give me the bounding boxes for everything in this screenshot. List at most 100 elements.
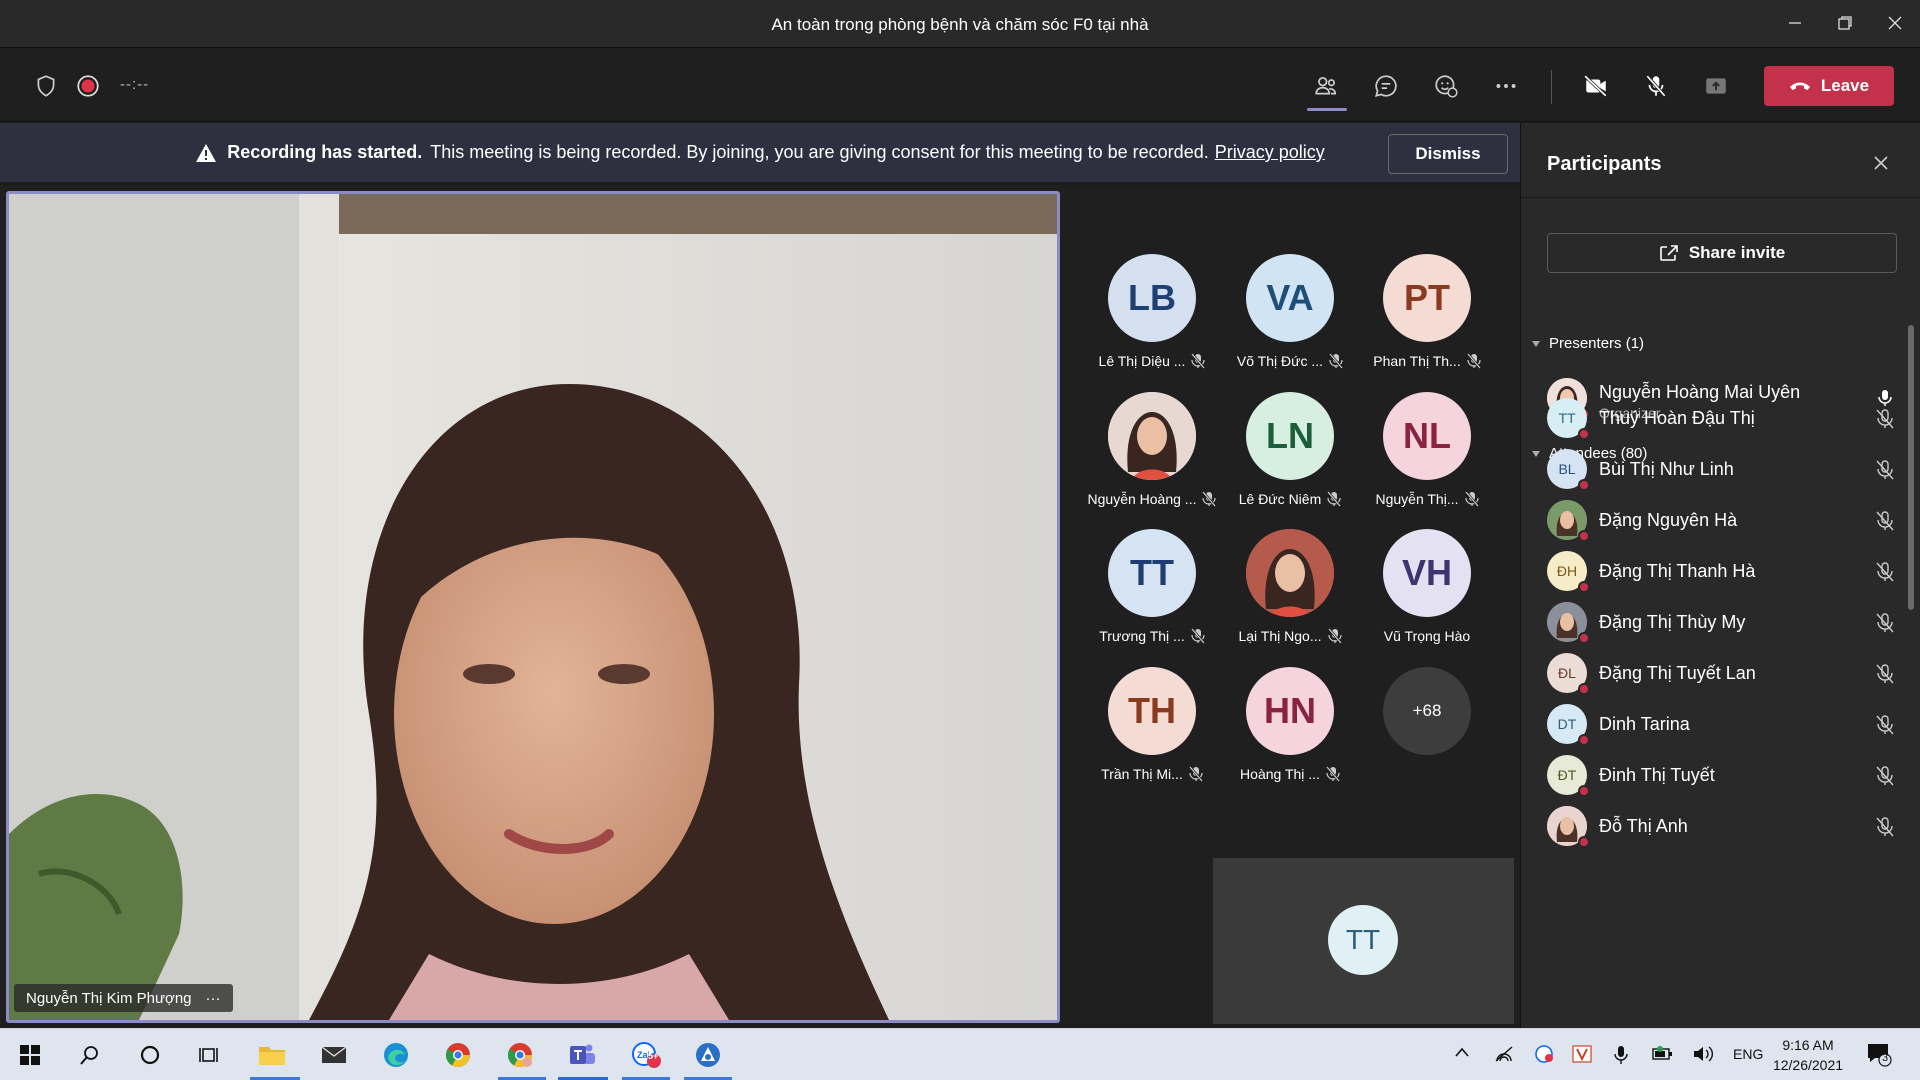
attendee-name: Bùi Thị Như Linh bbox=[1599, 459, 1734, 479]
participant-tile[interactable]: Lại Thị Ngo... bbox=[1221, 529, 1359, 659]
language-indicator[interactable]: ENG bbox=[1733, 1046, 1763, 1062]
share-content-button[interactable] bbox=[1698, 68, 1734, 104]
attendee-row[interactable]: DT Dinh Tarina bbox=[1547, 704, 1897, 754]
participant-name-row: Trần Thị Mi... bbox=[1083, 766, 1221, 782]
close-panel-button[interactable] bbox=[1865, 147, 1897, 179]
participant-name: Trương Thị ... bbox=[1099, 628, 1185, 644]
attendee-row[interactable]: ĐT Đinh Thị Tuyết bbox=[1547, 755, 1897, 805]
participant-name-row: Hoàng Thị ... bbox=[1221, 766, 1359, 782]
speaker-more-button[interactable]: ··· bbox=[206, 990, 221, 1007]
caret-down-icon bbox=[1531, 445, 1541, 462]
cortana-button[interactable] bbox=[132, 1037, 168, 1073]
attendee-row[interactable]: Đặng Nguyên Hà bbox=[1547, 500, 1897, 550]
camera-toggle-button[interactable] bbox=[1578, 68, 1614, 104]
edge-icon bbox=[384, 1043, 408, 1067]
attendee-row[interactable]: Đặng Thị Thùy My bbox=[1547, 602, 1897, 652]
zalo-button[interactable]: Zalo 5+ bbox=[628, 1037, 664, 1073]
participant-name: Lê Đức Niêm bbox=[1238, 491, 1322, 507]
minimize-icon bbox=[1789, 22, 1801, 24]
participant-name-row: Trương Thị ... bbox=[1083, 628, 1221, 644]
more-icon bbox=[1496, 84, 1516, 88]
mic-off-icon bbox=[1188, 766, 1203, 782]
participant-tile[interactable]: VA Võ Thị Đức ... bbox=[1221, 254, 1359, 384]
participant-avatar: TT bbox=[1108, 529, 1196, 617]
attendee-row[interactable]: Đỗ Thị Anh bbox=[1547, 806, 1897, 856]
participant-tile[interactable]: LB Lê Thị Diệu ... bbox=[1083, 254, 1221, 384]
chrome-profile-button[interactable] bbox=[502, 1037, 538, 1073]
task-view-button[interactable] bbox=[192, 1037, 228, 1073]
share-invite-button[interactable]: Share invite bbox=[1547, 233, 1897, 273]
show-chat-button[interactable] bbox=[1368, 68, 1404, 104]
file-explorer-button[interactable] bbox=[254, 1037, 290, 1073]
zalo-tray-button[interactable] bbox=[1534, 1045, 1554, 1066]
share-tray-icon bbox=[1706, 78, 1726, 94]
participant-tile[interactable]: NL Nguyễn Thị... bbox=[1358, 392, 1496, 522]
presence-dot bbox=[1578, 581, 1590, 593]
privacy-policy-link[interactable]: Privacy policy bbox=[1215, 142, 1325, 163]
participant-name-row: Vũ Trọng Hào bbox=[1358, 628, 1496, 644]
speaker-video[interactable] bbox=[6, 191, 1060, 1023]
participant-tile[interactable]: TH Trần Thị Mi... bbox=[1083, 667, 1221, 797]
volume-button[interactable] bbox=[1692, 1045, 1714, 1066]
network-button[interactable] bbox=[1494, 1045, 1514, 1066]
presenters-label: Presenters (1) bbox=[1549, 335, 1645, 352]
more-actions-button[interactable] bbox=[1488, 68, 1524, 104]
show-participants-button[interactable] bbox=[1308, 68, 1344, 104]
v-logo-icon bbox=[1572, 1045, 1592, 1063]
battery-button[interactable] bbox=[1652, 1045, 1674, 1064]
attendee-row[interactable]: ĐL Đặng Thị Tuyết Lan bbox=[1547, 653, 1897, 703]
cortana-icon bbox=[140, 1045, 160, 1065]
participant-name: Lê Thị Diệu ... bbox=[1098, 353, 1186, 369]
speaker-name: Nguyễn Thị Kim Phượng bbox=[26, 989, 192, 1007]
recording-indicator bbox=[70, 68, 106, 104]
more-participants-button[interactable]: +68 bbox=[1383, 667, 1471, 755]
mail-button[interactable] bbox=[316, 1037, 352, 1073]
minimize-button[interactable] bbox=[1772, 0, 1818, 46]
edge-button[interactable] bbox=[378, 1037, 414, 1073]
windows-taskbar: Zalo 5+ ENG 9:16 AM 12/26/2021 3 bbox=[0, 1028, 1920, 1080]
battery-icon bbox=[1652, 1046, 1672, 1060]
participants-panel: Participants Share invite Presenters (1)… bbox=[1520, 123, 1920, 1028]
presenters-section-toggle[interactable]: Presenters (1) bbox=[1531, 335, 1644, 352]
participant-tile[interactable]: PT Phan Thị Th... bbox=[1358, 254, 1496, 384]
participant-tile[interactable]: LN Lê Đức Niêm bbox=[1221, 392, 1359, 522]
mic-off-icon bbox=[1190, 628, 1205, 644]
attendee-row[interactable]: ĐH Đặng Thị Thanh Hà bbox=[1547, 551, 1897, 601]
close-window-button[interactable] bbox=[1872, 0, 1918, 46]
restore-button[interactable] bbox=[1822, 0, 1868, 46]
participant-tile[interactable]: HN Hoàng Thị ... bbox=[1221, 667, 1359, 797]
clock[interactable]: 9:16 AM 12/26/2021 bbox=[1768, 1035, 1848, 1075]
participant-avatar: LN bbox=[1246, 392, 1334, 480]
participant-name: Nguyễn Thị... bbox=[1375, 491, 1459, 507]
start-button[interactable] bbox=[12, 1037, 48, 1073]
microphone-icon bbox=[1614, 1046, 1628, 1064]
shield-button[interactable] bbox=[28, 68, 64, 104]
presence-dot bbox=[1578, 734, 1590, 746]
notifications-button[interactable]: 3 bbox=[1866, 1041, 1892, 1070]
clock-date: 12/26/2021 bbox=[1772, 1057, 1844, 1073]
reactions-button[interactable] bbox=[1428, 68, 1464, 104]
panel-title: Participants bbox=[1547, 153, 1662, 175]
app-button[interactable] bbox=[690, 1037, 726, 1073]
show-hidden-icons-button[interactable] bbox=[1454, 1045, 1470, 1061]
attendee-row[interactable]: BL Bùi Thị Như Linh bbox=[1547, 449, 1897, 499]
teams-button[interactable] bbox=[564, 1037, 600, 1073]
microphone-tray-button[interactable] bbox=[1614, 1045, 1628, 1068]
participant-tile[interactable]: Nguyễn Hoàng ... bbox=[1083, 392, 1221, 522]
mic-off-icon bbox=[1191, 353, 1206, 369]
mic-toggle-button[interactable] bbox=[1638, 68, 1674, 104]
mic-off-icon bbox=[1466, 353, 1481, 369]
participant-avatar: VA bbox=[1246, 254, 1334, 342]
participant-tile[interactable]: VH Vũ Trọng Hào bbox=[1358, 529, 1496, 659]
leave-button[interactable]: Leave bbox=[1764, 66, 1894, 106]
vpn-tray-button[interactable] bbox=[1572, 1045, 1592, 1066]
attendee-row[interactable]: TT Thuý Hoàn Đậu Thị bbox=[1547, 398, 1897, 448]
mic-off-icon bbox=[1326, 766, 1340, 782]
chrome-button[interactable] bbox=[440, 1037, 476, 1073]
dismiss-button[interactable]: Dismiss bbox=[1388, 134, 1508, 174]
search-button[interactable] bbox=[72, 1037, 108, 1073]
presence-dot bbox=[1578, 683, 1590, 695]
participant-tile[interactable]: TT Trương Thị ... bbox=[1083, 529, 1221, 659]
participant-avatar bbox=[1246, 529, 1334, 617]
panel-scrollbar[interactable] bbox=[1908, 325, 1914, 610]
